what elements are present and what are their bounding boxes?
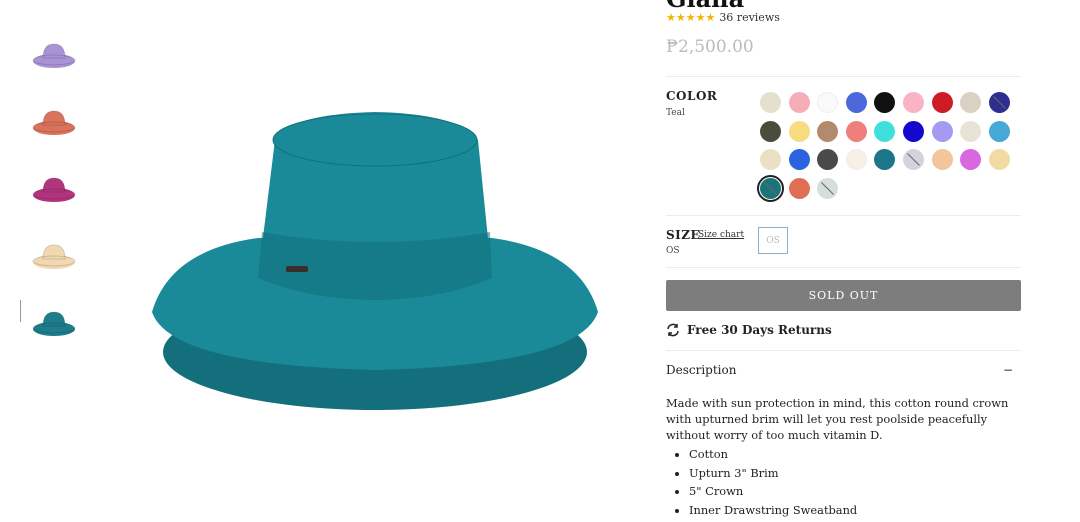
- thumb-coral[interactable]: [20, 97, 90, 147]
- returns-info: Free 30 Days Returns: [666, 323, 832, 337]
- collapse-icon[interactable]: −: [1003, 363, 1013, 377]
- color-swatch[interactable]: [988, 120, 1010, 142]
- star-rating-icon: ★★★★★: [666, 11, 716, 24]
- color-swatch[interactable]: [960, 92, 982, 113]
- size-label: SIZE: [666, 228, 701, 242]
- color-swatch[interactable]: [757, 174, 784, 202]
- divider: [666, 76, 1021, 77]
- color-swatch[interactable]: [788, 177, 810, 199]
- main-product-image: [140, 100, 610, 430]
- description-accordion-header[interactable]: Description −: [666, 363, 1021, 377]
- color-swatch[interactable]: [788, 92, 810, 113]
- thumb-cream[interactable]: [20, 231, 90, 281]
- color-swatch[interactable]: [988, 92, 1010, 113]
- review-count[interactable]: 36 reviews: [719, 11, 780, 24]
- color-label: COLOR: [666, 89, 718, 103]
- rating[interactable]: ★★★★★ 36 reviews: [666, 11, 780, 24]
- unavailable-slash-icon: [907, 153, 920, 167]
- feature-list-item: Upturn 3" Brim: [689, 464, 1044, 483]
- size-option-button[interactable]: OS: [758, 227, 788, 254]
- size-selected-value: OS: [666, 246, 680, 256]
- color-swatch[interactable]: [760, 149, 781, 171]
- color-swatch[interactable]: [817, 149, 839, 171]
- hat-thumbnail-icon: [32, 110, 76, 135]
- color-swatch[interactable]: [788, 120, 810, 142]
- unavailable-slash-icon: [821, 181, 835, 195]
- color-swatch[interactable]: [931, 149, 953, 171]
- color-swatch[interactable]: [903, 92, 924, 113]
- color-selected-value: Teal: [666, 108, 685, 118]
- color-swatch[interactable]: [817, 120, 839, 142]
- returns-label: Free 30 Days Returns: [687, 323, 832, 337]
- color-swatch[interactable]: [874, 149, 896, 171]
- hat-thumbnail-icon: [32, 43, 76, 68]
- size-chart-link[interactable]: Size chart: [698, 230, 744, 240]
- description-heading: Description: [666, 363, 737, 377]
- color-swatch[interactable]: [874, 92, 896, 113]
- thumb-magenta[interactable]: [20, 164, 90, 214]
- unavailable-slash-icon: [764, 181, 777, 195]
- hat-thumbnail-icon: [32, 177, 76, 202]
- sold-out-button[interactable]: SOLD OUT: [666, 280, 1021, 311]
- color-swatch[interactable]: [788, 149, 810, 171]
- feature-list-item: Cotton: [689, 445, 1044, 464]
- feature-list-item: Inner Drawstring Sweatband: [689, 501, 1044, 520]
- color-swatch[interactable]: [760, 92, 781, 113]
- color-swatch[interactable]: [988, 149, 1010, 171]
- product-price: ₱2,500.00: [666, 37, 754, 57]
- color-swatch[interactable]: [931, 92, 953, 113]
- feature-list: CottonUpturn 3" Brim5" CrownInner Drawst…: [666, 445, 1044, 519]
- description-text: Made with sun protection in mind, this c…: [666, 396, 1009, 442]
- hat-image: [152, 112, 598, 410]
- thumb-lavender[interactable]: [20, 30, 90, 80]
- color-swatch[interactable]: [817, 92, 839, 113]
- thumb-teal[interactable]: [20, 298, 90, 348]
- color-swatch[interactable]: [960, 120, 982, 142]
- divider: [666, 215, 1021, 216]
- color-swatch[interactable]: [960, 149, 982, 171]
- divider: [666, 350, 1021, 351]
- color-swatch[interactable]: [845, 120, 867, 142]
- color-swatch[interactable]: [845, 92, 867, 113]
- divider: [666, 267, 1021, 268]
- feature-list-item: 5" Crown: [689, 482, 1044, 501]
- color-swatch[interactable]: [845, 149, 867, 171]
- refresh-icon: [667, 323, 679, 337]
- color-swatch[interactable]: [903, 149, 924, 171]
- hat-thumbnail-icon: [32, 244, 76, 269]
- hat-thumbnail-icon: [32, 311, 76, 336]
- color-swatch[interactable]: [760, 120, 781, 142]
- color-swatch[interactable]: [903, 120, 924, 142]
- color-swatch[interactable]: [817, 177, 839, 199]
- unavailable-slash-icon: [992, 96, 1006, 109]
- color-swatch[interactable]: [874, 120, 896, 142]
- color-swatch[interactable]: [931, 120, 953, 142]
